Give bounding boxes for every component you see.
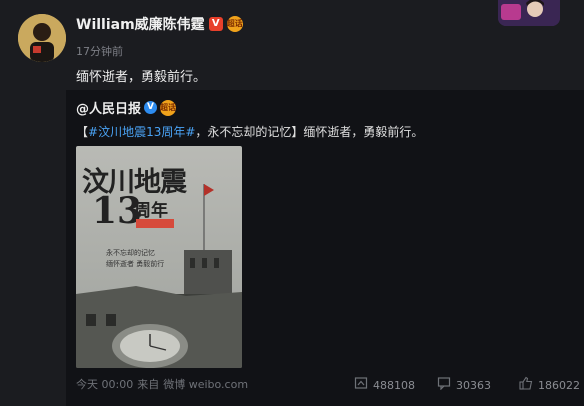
- current-user-avatar[interactable]: [498, 0, 560, 26]
- footer-source[interactable]: 微博 weibo.com: [163, 376, 248, 392]
- poster-suffix: 周年: [134, 201, 168, 221]
- repost-text: 【#汶川地震13周年#，永不忘却的记忆】缅怀逝者，勇毅前行。: [76, 123, 423, 140]
- poster-line1: 永不忘却的记忆: [106, 249, 155, 257]
- post-meta: 今天 00:00 来自 微博 weibo.com: [76, 376, 248, 392]
- repost-text-open: 【: [76, 125, 89, 139]
- avatar[interactable]: [18, 14, 66, 62]
- repost-text-rest: ，永不忘却的记忆】缅怀逝者，勇毅前行。: [195, 125, 424, 139]
- poster-ribbon: [136, 219, 174, 228]
- medal-icon: 超话: [226, 16, 243, 32]
- repost-count: 488108: [373, 378, 415, 392]
- comment-icon: [437, 376, 451, 394]
- comment-button[interactable]: 30363: [437, 376, 514, 394]
- repost-username[interactable]: @人民日报: [76, 98, 141, 117]
- hashtag-link[interactable]: #汶川地震13周年#: [88, 125, 195, 139]
- post-author[interactable]: William威廉陈伟霆 V 超话: [76, 14, 243, 34]
- thumbs-up-icon: [519, 376, 533, 394]
- footer-source-prefix: 来自: [137, 378, 160, 391]
- comment-count: 30363: [456, 378, 491, 392]
- post-username[interactable]: William威廉陈伟霆: [76, 14, 205, 34]
- footer-time[interactable]: 今天 00:00: [76, 376, 133, 392]
- verified-icon: V: [208, 17, 223, 31]
- verified-blue-icon: V: [144, 101, 158, 114]
- poster-image[interactable]: 汶川地震 13 周年 永不忘却的记忆 缅怀逝者 勇毅前行: [76, 146, 242, 368]
- post-actions: 488108 30363 186022: [354, 376, 580, 394]
- post-footer: 今天 00:00 来自 微博 weibo.com 488108 30363 18…: [76, 376, 580, 392]
- repost-card: @人民日报 V 超话 【#汶川地震13周年#，永不忘却的记忆】缅怀逝者，勇毅前行…: [66, 90, 584, 406]
- like-button[interactable]: 186022: [514, 376, 580, 394]
- post-text: 缅怀逝者，勇毅前行。: [76, 70, 207, 85]
- medal-icon: 超话: [160, 99, 177, 116]
- repost-icon: [354, 376, 368, 394]
- repost-button[interactable]: 488108: [354, 376, 437, 394]
- current-user-avatar-image: [498, 0, 560, 26]
- post-time[interactable]: 17分钟前: [76, 43, 123, 59]
- like-count: 186022: [538, 378, 580, 392]
- poster-line2: 缅怀逝者 勇毅前行: [106, 260, 165, 268]
- avatar-image: [18, 14, 66, 62]
- repost-author[interactable]: @人民日报 V 超话: [76, 98, 177, 117]
